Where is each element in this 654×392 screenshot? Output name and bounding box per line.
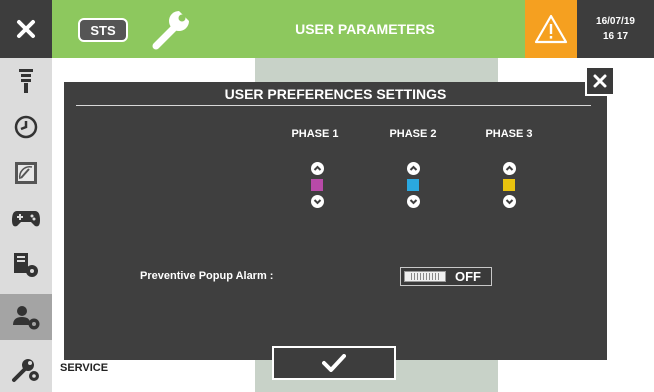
phase-3-color-swatch (503, 179, 515, 191)
phase-1-label: PHASE 1 (291, 128, 339, 140)
phase-3-label: PHASE 3 (485, 128, 533, 140)
close-icon (17, 20, 35, 38)
sts-button[interactable]: STS (78, 18, 128, 42)
user-settings-icon (13, 306, 40, 330)
phase-2-color-swatch (407, 179, 419, 191)
sidebar-item-user-settings[interactable] (0, 294, 52, 340)
sidebar-item-light-tower[interactable] (0, 58, 52, 104)
chevron-down-icon (505, 199, 514, 205)
sidebar-item-gauge[interactable] (0, 150, 52, 196)
sidebar-item-gamepad[interactable] (0, 196, 52, 242)
time-text: 16 17 (602, 31, 629, 42)
page-title: USER PARAMETERS (295, 21, 435, 37)
phase-2-up-button[interactable] (407, 162, 420, 175)
date-text: 16/07/19 (596, 16, 635, 27)
modal-title: USER PREFERENCES SETTINGS (224, 86, 447, 102)
popup-alarm-label: Preventive Popup Alarm : (140, 270, 274, 282)
wrench-icon (148, 6, 194, 52)
top-bar: STS USER PARAMETERS 16/07/19 16 17 (0, 0, 654, 58)
sidebar-item-service[interactable] (0, 346, 52, 392)
sidebar-item-history[interactable] (0, 104, 52, 150)
chevron-up-icon (409, 165, 418, 171)
phase-1-down-button[interactable] (311, 195, 324, 208)
gamepad-icon (12, 211, 40, 227)
datetime: 16/07/19 16 17 (577, 0, 654, 58)
title-divider (76, 105, 591, 106)
machine-settings-icon (14, 253, 38, 277)
chevron-down-icon (409, 199, 418, 205)
service-label: SERVICE (60, 362, 109, 374)
light-tower-icon (19, 69, 33, 93)
chevron-down-icon (313, 199, 322, 205)
chevron-up-icon (505, 165, 514, 171)
phase-2-label: PHASE 2 (389, 128, 437, 140)
toggle-knob (404, 271, 446, 282)
phase-3-up-button[interactable] (503, 162, 516, 175)
popup-alarm-toggle[interactable]: OFF (400, 267, 492, 286)
toggle-state: OFF (455, 269, 481, 284)
gauge-icon (15, 162, 37, 184)
service-wrench-icon (12, 359, 39, 382)
check-icon (322, 354, 346, 372)
confirm-button[interactable] (272, 346, 396, 380)
preferences-modal (64, 82, 607, 360)
sidebar (0, 58, 52, 392)
close-button[interactable] (0, 0, 52, 58)
warning-button[interactable] (525, 0, 577, 58)
history-clock-icon (14, 115, 38, 139)
phase-2-down-button[interactable] (407, 195, 420, 208)
chevron-up-icon (313, 165, 322, 171)
warning-icon (534, 14, 568, 44)
phase-1-up-button[interactable] (311, 162, 324, 175)
sidebar-item-machine-settings[interactable] (0, 242, 52, 288)
phase-3-down-button[interactable] (503, 195, 516, 208)
phase-1-color-swatch (311, 179, 323, 191)
